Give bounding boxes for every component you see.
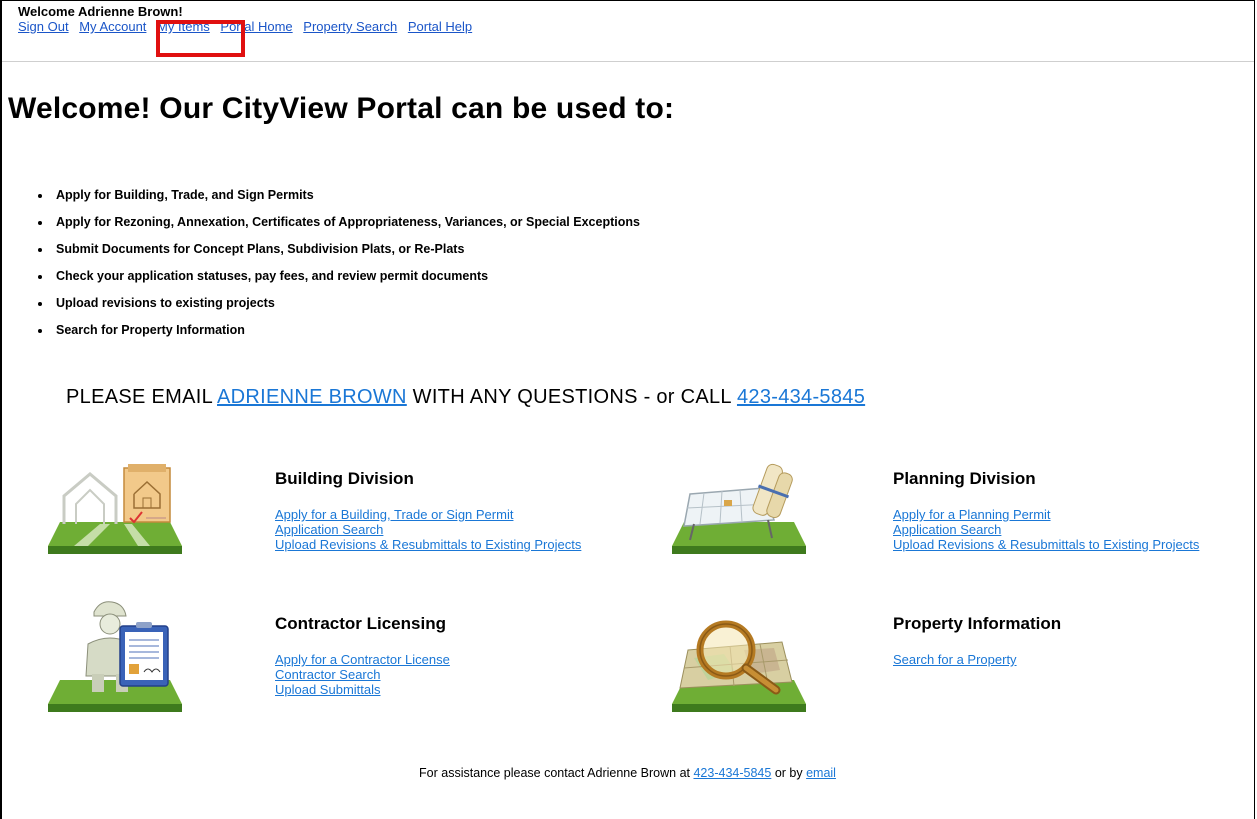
footer-prefix: For assistance please contact Adrienne B… [419, 766, 694, 780]
list-item: Upload revisions to existing projects [52, 290, 640, 317]
list-item: Submit Documents for Concept Plans, Subd… [52, 236, 640, 263]
footer-email-link[interactable]: email [806, 766, 836, 780]
property-information-title: Property Information [893, 614, 1062, 633]
list-item: Check your application statuses, pay fee… [52, 263, 640, 290]
building-division: Building Division Apply for a Building, … [275, 469, 581, 552]
contractor-search-link[interactable]: Contractor Search [275, 667, 450, 682]
building-division-links: Apply for a Building, Trade or Sign Perm… [275, 507, 581, 552]
building-icon [48, 464, 182, 554]
contractor-licensing-title: Contractor Licensing [275, 614, 446, 633]
upload-submittals-link[interactable]: Upload Submittals [275, 682, 450, 697]
footer-middle: or by [771, 766, 807, 780]
apply-planning-permit-link[interactable]: Apply for a Planning Permit [893, 507, 1199, 522]
header: Welcome Adrienne Brown! Sign Out My Acco… [18, 4, 479, 35]
header-divider [2, 61, 1254, 62]
feature-list: Apply for Building, Trade, and Sign Perm… [30, 182, 640, 344]
portal-help-link[interactable]: Portal Help [408, 19, 472, 34]
apply-contractor-license-link[interactable]: Apply for a Contractor License [275, 652, 450, 667]
planning-division-links: Apply for a Planning Permit Application … [893, 507, 1199, 552]
building-division-title: Building Division [275, 469, 414, 488]
footer-phone-link[interactable]: 423-434-5845 [693, 766, 771, 780]
contractor-licensing: Contractor Licensing Apply for a Contrac… [275, 614, 450, 697]
contractor-licensing-links: Apply for a Contractor License Contracto… [275, 652, 450, 697]
building-application-search-link[interactable]: Application Search [275, 522, 581, 537]
planning-division: Planning Division Apply for a Planning P… [893, 469, 1199, 552]
list-item: Apply for Rezoning, Annexation, Certific… [52, 209, 640, 236]
list-item: Search for Property Information [52, 317, 640, 344]
planning-division-title: Planning Division [893, 469, 1036, 488]
property-icon [672, 620, 806, 712]
contact-prefix: PLEASE EMAIL [66, 386, 218, 408]
planning-application-search-link[interactable]: Application Search [893, 522, 1199, 537]
building-upload-revisions-link[interactable]: Upload Revisions & Resubmittals to Exist… [275, 537, 581, 552]
property-information: Property Information Search for a Proper… [893, 614, 1061, 667]
property-information-links: Search for a Property [893, 652, 1061, 667]
property-search-link[interactable]: Property Search [303, 19, 397, 34]
planning-upload-revisions-link[interactable]: Upload Revisions & Resubmittals to Exist… [893, 537, 1199, 552]
contact-middle: WITH ANY QUESTIONS - or CALL [406, 386, 737, 408]
list-item: Apply for Building, Trade, and Sign Perm… [52, 182, 640, 209]
footer: For assistance please contact Adrienne B… [0, 766, 1255, 780]
sign-out-link[interactable]: Sign Out [18, 19, 69, 34]
contact-email-link[interactable]: ADRIENNE BROWN [217, 386, 407, 408]
my-account-link[interactable]: My Account [79, 19, 146, 34]
contractor-icon [48, 601, 182, 712]
contact-line: PLEASE EMAIL ADRIENNE BROWN WITH ANY QUE… [66, 386, 865, 409]
planning-icon [672, 463, 806, 554]
top-nav: Sign Out My Account My Items Portal Home… [18, 19, 479, 35]
contact-phone-link[interactable]: 423-434-5845 [737, 386, 865, 408]
page-title: Welcome! Our CityView Portal can be used… [8, 92, 675, 125]
search-property-link[interactable]: Search for a Property [893, 652, 1061, 667]
apply-building-permit-link[interactable]: Apply for a Building, Trade or Sign Perm… [275, 507, 581, 522]
highlight-box [156, 20, 245, 57]
welcome-user: Welcome Adrienne Brown! [18, 4, 183, 19]
